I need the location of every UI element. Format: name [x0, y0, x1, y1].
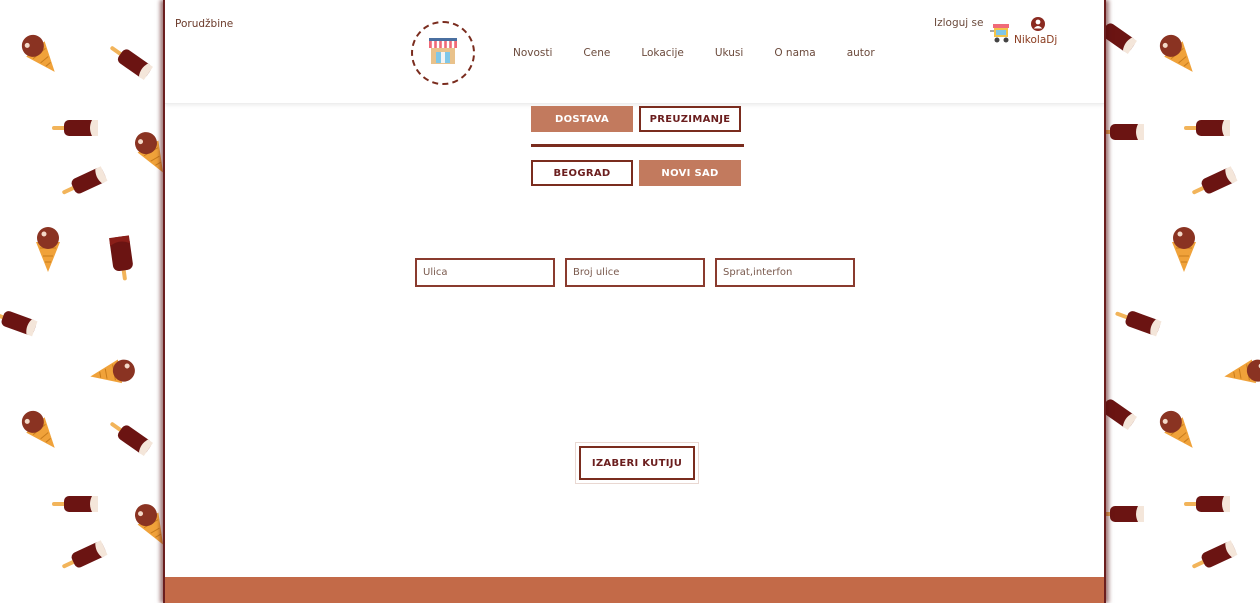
username-label: NikolaDj: [1014, 34, 1058, 46]
site-header: Porudžbine Novosti Cene Lokacije Ukusi O…: [165, 0, 1104, 104]
footer-logo-shape: [435, 597, 835, 603]
city-novi-sad-button[interactable]: NOVI SAD: [639, 160, 741, 186]
main-page-panel: Porudžbine Novosti Cene Lokacije Ukusi O…: [163, 0, 1106, 603]
user-profile[interactable]: NikolaDj: [1014, 16, 1062, 46]
nav-lokacije[interactable]: Lokacije: [641, 47, 684, 59]
nav-autor[interactable]: autor: [847, 47, 875, 59]
toggle-divider: [531, 144, 744, 147]
site-logo[interactable]: [411, 21, 475, 85]
city-beograd-button[interactable]: BEOGRAD: [531, 160, 633, 186]
nav-cene[interactable]: Cene: [583, 47, 610, 59]
shop-icon: [428, 37, 458, 69]
street-number-input[interactable]: [565, 258, 705, 287]
logout-link[interactable]: Izloguj se: [934, 17, 983, 29]
orders-link[interactable]: Porudžbine: [175, 18, 233, 30]
delivery-option-button[interactable]: DOSTAVA: [531, 106, 633, 132]
user-icon: [1031, 16, 1045, 35]
choose-box-button[interactable]: IZABERI KUTIJU: [579, 446, 695, 480]
nav-o-nama[interactable]: O nama: [774, 47, 815, 59]
nav-ukusi[interactable]: Ukusi: [715, 47, 744, 59]
nav-novosti[interactable]: Novosti: [513, 47, 552, 59]
site-footer: [165, 577, 1104, 603]
street-input[interactable]: [415, 258, 555, 287]
floor-intercom-input[interactable]: [715, 258, 855, 287]
ice-cream-cart-icon[interactable]: [990, 22, 1012, 48]
pickup-option-button[interactable]: PREUZIMANJE: [639, 106, 741, 132]
main-nav: Novosti Cene Lokacije Ukusi O nama autor: [513, 47, 906, 59]
